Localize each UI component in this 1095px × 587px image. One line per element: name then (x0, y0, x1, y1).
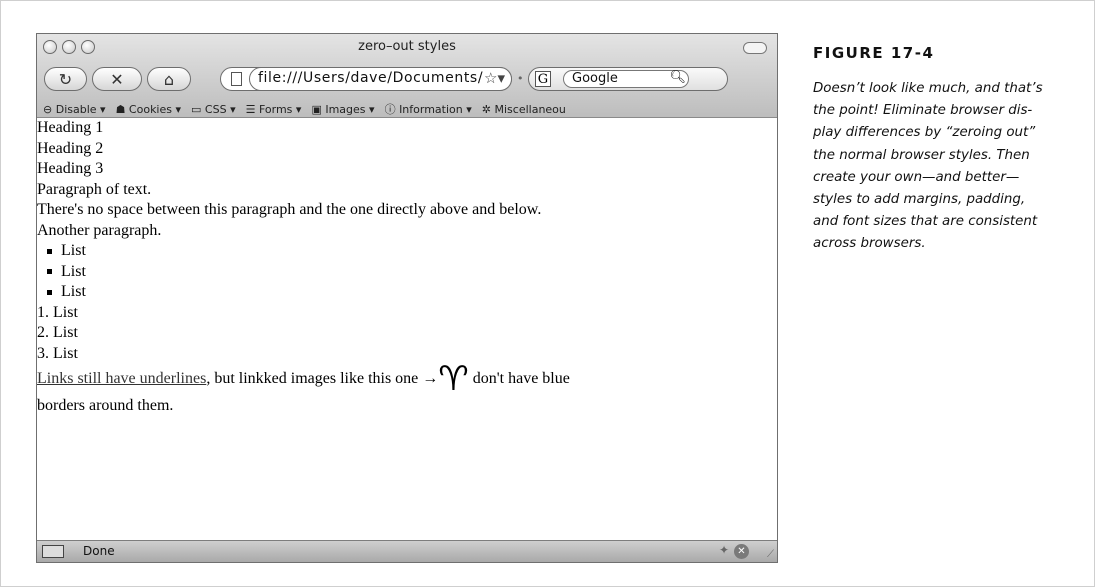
reload-icon: ↻ (58, 69, 73, 89)
figure-caption: Doesn’t look like much, and that’s the p… (813, 81, 1043, 252)
separator-dot: • (517, 72, 524, 85)
list-item: List (37, 241, 777, 262)
ordered-list-item: 3. List (37, 344, 78, 362)
addon-icon[interactable]: ✦ (719, 543, 729, 557)
list-item: List (37, 282, 777, 303)
page-icon (231, 72, 242, 86)
error-console-icon[interactable]: ✕ (734, 544, 749, 559)
linked-image-aries-icon[interactable]: ♈︎ (438, 362, 468, 396)
browser-window: zero–out styles ↻ ✕ ⌂ file:///Users/dave… (36, 33, 778, 563)
search-input[interactable]: Google 🔍︎ (563, 70, 689, 88)
devbar-disable[interactable]: ⊖ Disable ▾ (43, 103, 106, 116)
heading-3: Heading 3 (37, 160, 104, 177)
stop-button[interactable]: ✕ (92, 67, 142, 91)
devbar-forms[interactable]: ☰ Forms ▾ (246, 103, 302, 116)
toolbar-toggle-button[interactable] (743, 42, 767, 54)
browser-toolbar: zero–out styles ↻ ✕ ⌂ file:///Users/dave… (37, 34, 777, 118)
google-engine-icon[interactable]: G (535, 71, 551, 87)
underlined-link[interactable]: Links still have underlines (37, 370, 206, 387)
link-paragraph-continuation: borders around them. (37, 397, 174, 414)
devbar-miscellaneous[interactable]: ✲ Miscellaneou (482, 103, 566, 116)
page-content: Heading 1 Heading 2 Heading 3 Paragraph … (37, 118, 777, 538)
status-icon (42, 545, 64, 558)
url-text: file:///Users/dave/Documents/0 (258, 70, 483, 86)
link-paragraph: Links still have underlines, but linkked… (37, 359, 570, 400)
status-text: Done (83, 544, 115, 558)
ordered-list-item: 1. List (37, 303, 78, 321)
figure-label: FIGURE 17-4 (813, 44, 935, 62)
home-icon: ⌂ (163, 69, 175, 89)
home-button[interactable]: ⌂ (147, 67, 191, 91)
address-bar[interactable]: file:///Users/dave/Documents/0 ☆▾ (220, 67, 512, 91)
bookmark-star-icon[interactable]: ☆▾ (484, 69, 505, 87)
paragraph-3: Another paragraph. (37, 221, 162, 239)
heading-1: Heading 1 (37, 119, 104, 136)
web-developer-toolbar: ⊖ Disable ▾ ☗ Cookies ▾ ▭ CSS ▾ ☰ Forms … (37, 100, 777, 118)
ordered-list-item: 2. List (37, 324, 78, 341)
window-title: zero–out styles (358, 39, 456, 54)
url-field[interactable]: file:///Users/dave/Documents/0 ☆▾ (249, 67, 512, 91)
devbar-information[interactable]: ⓘ Information ▾ (385, 101, 472, 117)
devbar-images[interactable]: ▣ Images ▾ (311, 103, 374, 116)
list-item: List (37, 262, 777, 283)
devbar-cookies[interactable]: ☗ Cookies ▾ (116, 103, 181, 116)
resize-grip-icon[interactable]: ⟋ (767, 549, 774, 560)
status-bar: Done ✦ ✕ ⟋ (37, 540, 777, 562)
search-icon[interactable]: 🔍︎ (669, 70, 686, 86)
stop-icon: ✕ (110, 69, 124, 89)
devbar-css[interactable]: ▭ CSS ▾ (191, 103, 236, 116)
paragraph-2: There's no space between this paragraph … (37, 201, 542, 218)
paragraph-1: Paragraph of text. (37, 180, 152, 198)
heading-2: Heading 2 (37, 139, 104, 157)
reload-button[interactable]: ↻ (44, 67, 87, 91)
search-box[interactable]: G Google 🔍︎ (528, 67, 728, 91)
